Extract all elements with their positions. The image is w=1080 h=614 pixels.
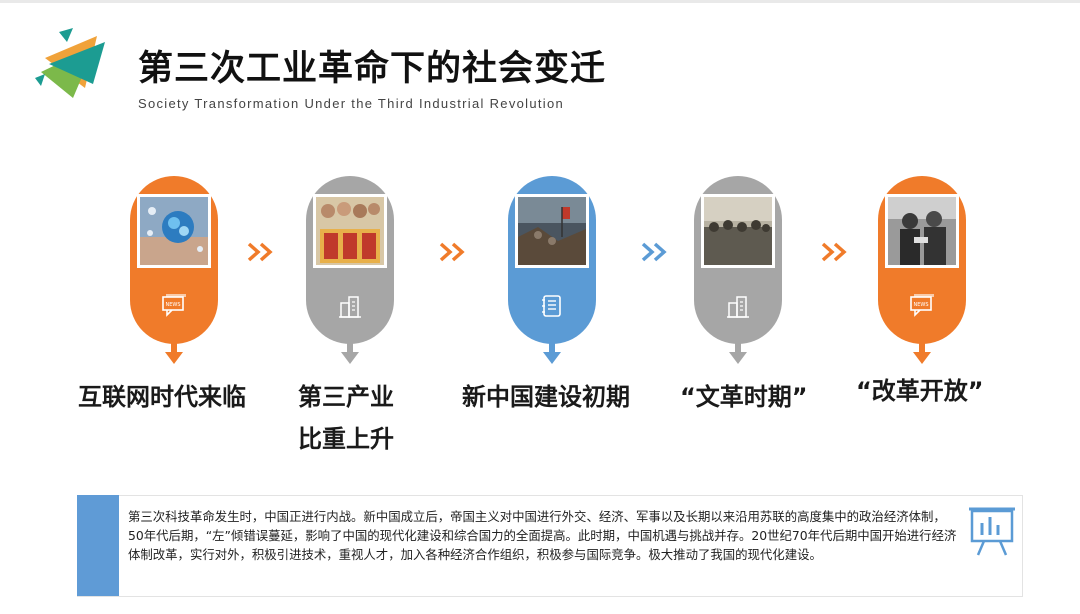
chevron-right-icon bbox=[439, 242, 465, 262]
page-subtitle: Society Transformation Under the Third I… bbox=[138, 96, 565, 111]
down-arrow-icon bbox=[543, 339, 561, 364]
down-arrow-icon bbox=[729, 339, 747, 364]
leaders-meeting-photo bbox=[885, 194, 959, 268]
top-divider bbox=[0, 0, 1080, 3]
globe-in-hand-photo bbox=[137, 194, 211, 268]
battle-painting-photo bbox=[515, 194, 589, 268]
chevron-right-icon bbox=[821, 242, 847, 262]
presentation-chart-icon bbox=[969, 507, 1015, 556]
buildings-icon bbox=[727, 296, 749, 318]
chevron-right-icon bbox=[641, 242, 667, 262]
info-text: 第三次科技革命发生时，中国正进行内战。新中国成立后，帝国主义对中国进行外交、经济… bbox=[128, 509, 957, 562]
chevron-right-icon bbox=[247, 242, 273, 262]
stage-label-1: 互联网时代来临 bbox=[78, 383, 246, 411]
stage-label-2: 第三产业 bbox=[298, 383, 394, 411]
info-accent-bar bbox=[77, 495, 119, 596]
stage-label-2-line2: 比重上升 bbox=[298, 425, 394, 453]
stage-label-3: 新中国建设初期 bbox=[462, 383, 630, 411]
service-industry-poster-photo bbox=[313, 194, 387, 268]
down-arrow-icon bbox=[913, 339, 931, 364]
buildings-icon bbox=[339, 296, 361, 318]
stage-label-5: “改革开放” bbox=[856, 377, 984, 405]
news-icon: NEWS bbox=[162, 294, 186, 317]
stage-label-4: “文革时期” bbox=[680, 383, 808, 411]
svg-text:NEWS: NEWS bbox=[913, 302, 928, 308]
down-arrow-icon bbox=[165, 339, 183, 364]
notebook-icon bbox=[542, 295, 561, 317]
svg-text:NEWS: NEWS bbox=[165, 302, 180, 308]
logo-icon bbox=[35, 28, 105, 98]
news-icon: NEWS bbox=[910, 294, 934, 317]
crowd-rally-photo bbox=[701, 194, 775, 268]
down-arrow-icon bbox=[341, 339, 359, 364]
page-title: 第三次工业革命下的社会变迁 bbox=[138, 49, 607, 89]
